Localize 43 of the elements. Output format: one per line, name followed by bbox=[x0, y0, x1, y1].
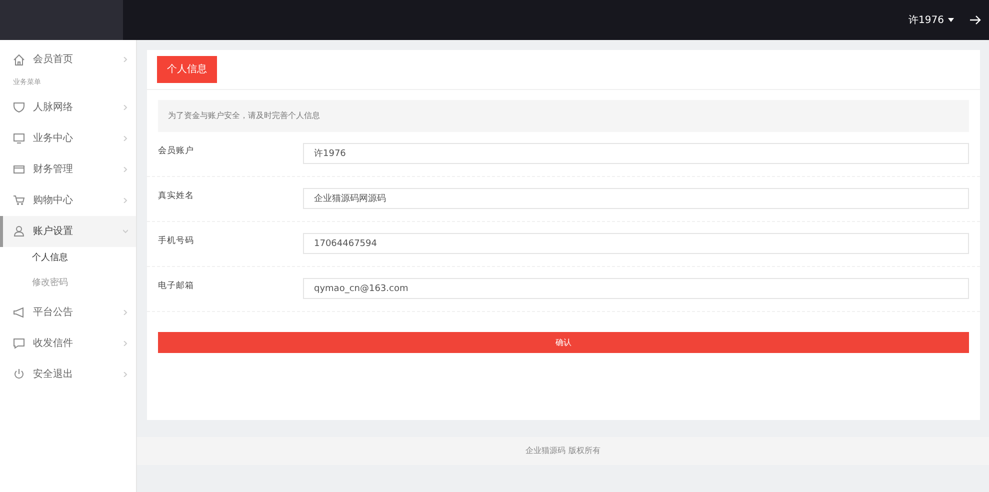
input-field[interactable]: 17064467594 bbox=[303, 233, 969, 254]
chevron-icon bbox=[123, 372, 128, 376]
cart-icon bbox=[13, 194, 25, 206]
sidebar-item[interactable]: 安全退出 bbox=[0, 358, 136, 390]
user-icon bbox=[13, 225, 25, 237]
sidebar-item[interactable]: 会员首页 bbox=[0, 44, 136, 75]
field-label: 电子邮箱 bbox=[158, 280, 195, 293]
chevron-icon bbox=[123, 57, 128, 62]
input-field[interactable]: 许1976 bbox=[303, 143, 969, 164]
tab[interactable]: 个人信息 bbox=[157, 56, 217, 83]
submenu-item[interactable]: 个人信息 bbox=[0, 246, 136, 272]
notice-text: 为了资金与账户安全，请及时完善个人信息 bbox=[158, 100, 969, 132]
chevron-icon bbox=[123, 104, 128, 110]
field-label: 会员账户 bbox=[158, 145, 195, 158]
input-field[interactable]: qymao_cn@163.com bbox=[303, 278, 969, 299]
sidebar-item[interactable]: 人脉网络 bbox=[0, 92, 136, 122]
sidebar-item[interactable]: 收发信件 bbox=[0, 328, 136, 358]
sidebar-item[interactable]: 业务中心 bbox=[0, 122, 136, 154]
power-icon bbox=[13, 368, 25, 380]
monitor-icon bbox=[13, 132, 25, 144]
shield-icon bbox=[13, 101, 25, 113]
chat-icon bbox=[13, 337, 25, 349]
chevron-icon bbox=[123, 340, 128, 346]
user-menu[interactable]: 许1976 bbox=[908, 12, 954, 28]
home-icon bbox=[13, 54, 25, 66]
logout-icon[interactable] bbox=[970, 15, 981, 25]
chevron-icon bbox=[123, 228, 128, 234]
chevron-icon bbox=[123, 166, 128, 172]
chevron-icon bbox=[123, 310, 128, 314]
field-label: 手机号码 bbox=[158, 234, 195, 248]
sidebar-item[interactable]: 财务管理 bbox=[0, 154, 136, 184]
confirm-button[interactable]: 确认 bbox=[158, 332, 969, 353]
chevron-icon bbox=[123, 136, 128, 140]
sidebar-item[interactable]: 账户设置 bbox=[0, 216, 136, 246]
wallet-icon bbox=[13, 163, 25, 175]
sidebar-item[interactable]: 购物中心 bbox=[0, 184, 136, 216]
input-field[interactable]: 企业猫源码网源码 bbox=[303, 188, 969, 209]
megaphone-icon bbox=[13, 306, 25, 318]
footer-text: 企业猫源码 版权所有 bbox=[137, 437, 989, 465]
field-label: 真实姓名 bbox=[158, 190, 195, 203]
sidebar-item[interactable]: 平台公告 bbox=[0, 296, 136, 328]
caret-icon bbox=[948, 18, 954, 22]
chevron-icon bbox=[123, 198, 128, 202]
